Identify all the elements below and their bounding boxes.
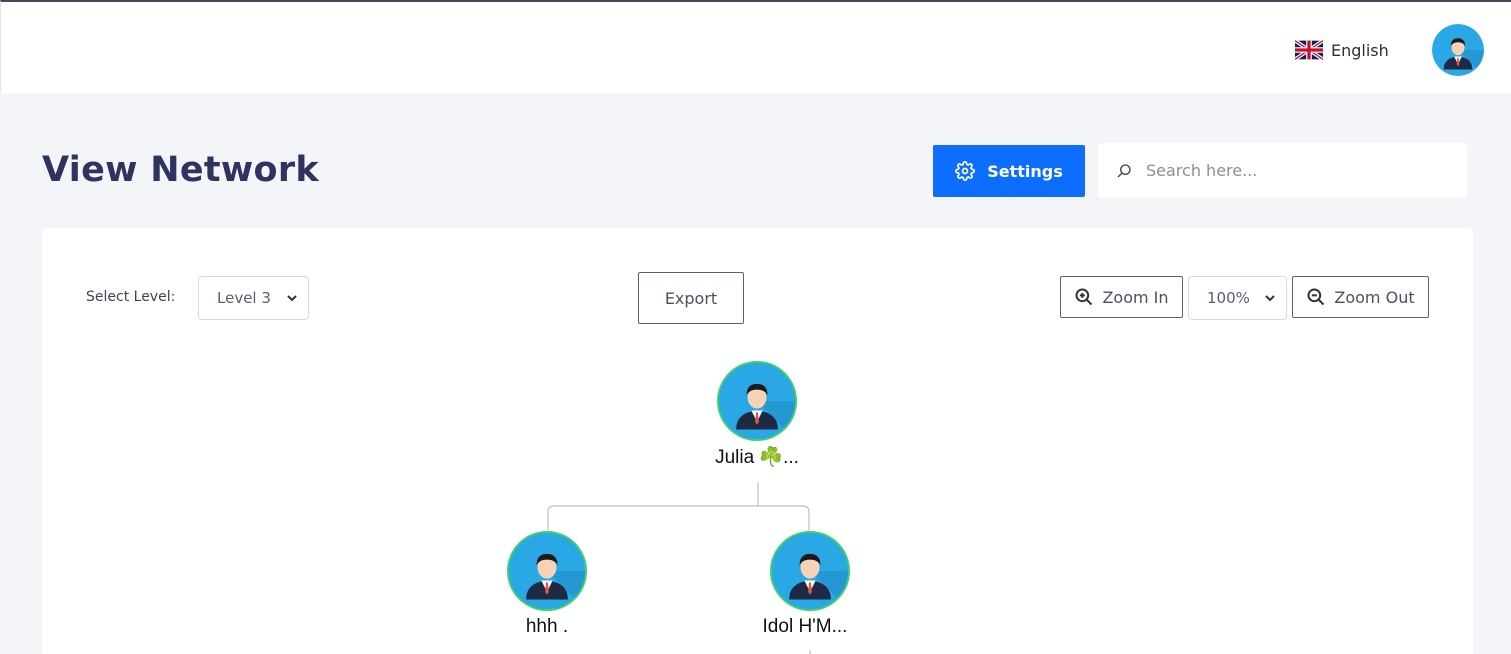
zoom-select[interactable]: 100% xyxy=(1188,276,1287,320)
language-selector[interactable]: English xyxy=(1295,38,1389,62)
top-bar: English xyxy=(0,0,1511,93)
chevron-down-icon xyxy=(287,295,297,302)
tree-node-child-label: Idol H'M... xyxy=(762,616,848,637)
zoom-select-value: 100% xyxy=(1207,289,1250,307)
tree-node-root-label: Julia ☘️... xyxy=(715,447,799,468)
zoom-out-label: Zoom Out xyxy=(1334,287,1415,307)
user-avatar-icon xyxy=(509,533,585,609)
zoom-out-button[interactable]: Zoom Out xyxy=(1292,276,1429,318)
zoom-in-button[interactable]: Zoom In xyxy=(1060,276,1183,318)
tree-node-child[interactable] xyxy=(507,531,587,611)
settings-label: Settings xyxy=(987,161,1063,181)
search-box[interactable] xyxy=(1098,143,1467,198)
search-input[interactable] xyxy=(1146,161,1446,180)
language-label: English xyxy=(1331,40,1389,60)
export-button[interactable]: Export xyxy=(638,272,744,324)
level-select-value: Level 3 xyxy=(217,289,271,307)
zoom-in-label: Zoom In xyxy=(1102,287,1169,307)
page-title: View Network xyxy=(42,150,320,190)
tree-node-child[interactable] xyxy=(770,531,850,611)
user-avatar-icon[interactable] xyxy=(1432,24,1484,76)
user-avatar-icon xyxy=(719,363,795,439)
user-avatar-icon xyxy=(772,533,848,609)
tree-node-child-label: hhh . xyxy=(525,616,569,637)
zoom-out-icon xyxy=(1307,288,1325,306)
chevron-down-icon xyxy=(1265,295,1275,302)
select-level-label: Select Level: xyxy=(86,289,176,305)
settings-button[interactable]: Settings xyxy=(933,145,1085,197)
gear-icon xyxy=(955,161,976,181)
tree-node-root[interactable] xyxy=(717,361,797,441)
uk-flag-icon xyxy=(1295,40,1323,60)
level-select[interactable]: Level 3 xyxy=(198,276,309,320)
zoom-in-icon xyxy=(1075,288,1093,306)
search-icon xyxy=(1117,163,1131,177)
export-label: Export xyxy=(664,288,718,308)
